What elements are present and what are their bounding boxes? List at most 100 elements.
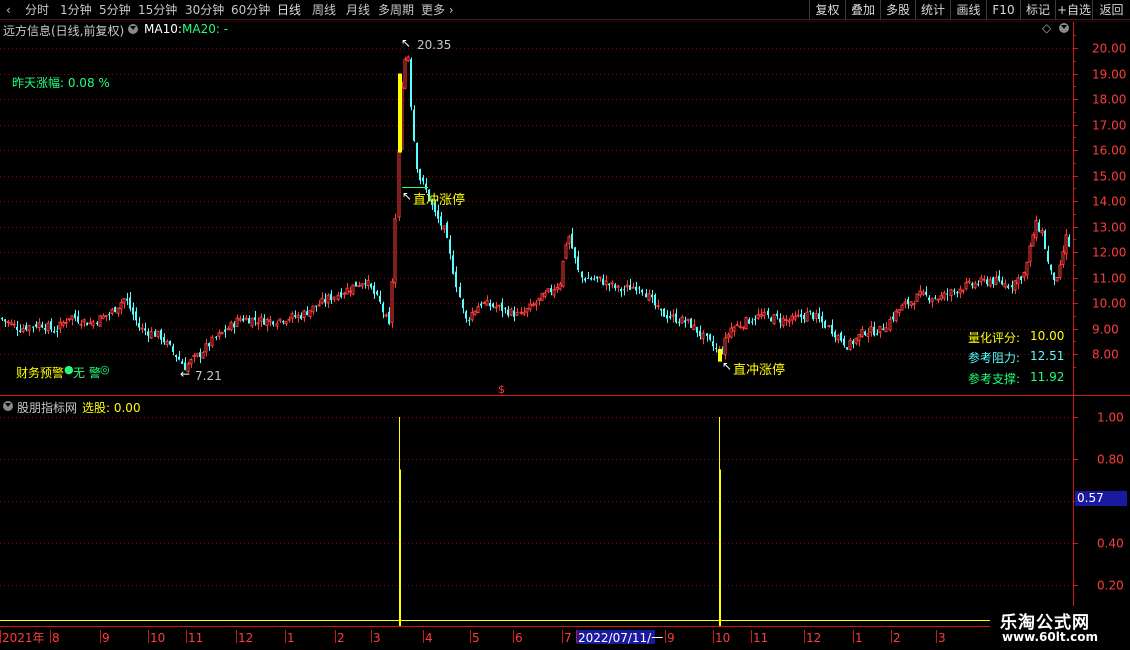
candle-body xyxy=(208,343,210,347)
candle-body xyxy=(406,56,410,62)
candle-body xyxy=(1055,276,1059,282)
candle-body xyxy=(248,318,250,324)
main-panel-title[interactable]: 远方信息(日线,前复权) xyxy=(3,22,124,39)
candle-body xyxy=(692,324,696,330)
sub-panel-title[interactable]: 股朋指标网 xyxy=(17,399,77,416)
candle-body xyxy=(567,236,571,244)
candle-body xyxy=(909,301,913,306)
candle-body xyxy=(888,318,892,331)
candle-body xyxy=(971,283,973,286)
settings-icon[interactable] xyxy=(1059,21,1069,35)
candle-body xyxy=(756,314,760,319)
time-label: 9 xyxy=(667,631,675,645)
sub-tick-label: 1.00 xyxy=(1097,411,1124,425)
candle-body xyxy=(263,318,265,325)
candle-body xyxy=(846,347,848,350)
candle-body xyxy=(608,283,610,286)
candle-body xyxy=(294,315,296,317)
candle-body xyxy=(504,308,506,310)
candle-body xyxy=(834,331,836,338)
candle-body xyxy=(531,303,535,307)
candle-body xyxy=(110,308,114,314)
sub-panel-select-value: 选股: 0.00 xyxy=(82,401,141,415)
time-label: 9 xyxy=(102,631,110,645)
time-label: 2022/07/11/一 xyxy=(578,631,663,645)
candle-body xyxy=(91,321,95,327)
candle-body xyxy=(675,313,677,323)
candle-body xyxy=(979,277,983,283)
candle-body xyxy=(824,321,826,328)
candle-body xyxy=(809,310,811,312)
candle-body xyxy=(751,321,753,323)
candle-body xyxy=(366,280,370,287)
candle-body xyxy=(50,321,52,330)
candle-body xyxy=(86,322,88,326)
candle-body xyxy=(336,294,340,301)
candle-body xyxy=(244,317,248,321)
candle-body xyxy=(986,279,988,285)
main-y-axis: 8.00 9.00 10.00 11.00 12.00 13.00 14.00 15.00 16… xyxy=(1073,35,1126,368)
candle-body xyxy=(114,306,116,313)
candle-body xyxy=(1058,264,1062,279)
candle-body xyxy=(779,318,781,323)
candle-body xyxy=(192,355,196,358)
candle-body xyxy=(1031,234,1035,247)
sub-panel-dropdown-icon[interactable] xyxy=(3,399,13,413)
candle-body xyxy=(390,281,394,324)
candle-body xyxy=(64,321,68,324)
time-label: 8 xyxy=(52,631,60,645)
candle-body xyxy=(501,302,503,311)
candle-body xyxy=(413,109,415,141)
candle-body xyxy=(925,291,927,295)
candle-body xyxy=(1064,234,1068,255)
candle-body xyxy=(915,293,919,303)
candle-body xyxy=(982,278,986,281)
candle-body xyxy=(964,282,968,290)
candle-body xyxy=(373,285,375,294)
candle-body xyxy=(1050,264,1052,271)
candle-body xyxy=(818,313,820,320)
time-label: 2 xyxy=(337,631,345,645)
candle-body xyxy=(122,298,126,304)
candle-body xyxy=(857,333,861,342)
candle-body xyxy=(869,326,873,333)
candles xyxy=(1,55,1070,373)
score-label: 量化评分: xyxy=(968,331,1021,345)
candle-body xyxy=(242,318,244,321)
candle-body xyxy=(715,348,717,350)
candle-body xyxy=(992,277,994,285)
candle-body xyxy=(376,291,378,295)
candle-body xyxy=(272,321,274,325)
signal-bars xyxy=(0,417,1073,626)
candle-body xyxy=(762,312,766,317)
candle-body xyxy=(836,334,840,341)
candle-body xyxy=(620,288,622,292)
candle-body xyxy=(723,337,727,356)
candle-body xyxy=(519,311,523,314)
diamond-icon[interactable]: ◇ xyxy=(1042,21,1051,35)
candle-body xyxy=(403,58,407,89)
candle-body xyxy=(741,326,745,329)
time-label: 11 xyxy=(753,631,768,645)
candle-body xyxy=(772,314,776,325)
indicator-dropdown-icon[interactable] xyxy=(128,22,138,36)
candle-body xyxy=(590,278,592,280)
candle-body xyxy=(629,285,631,291)
candle-body xyxy=(70,315,74,320)
candle-body xyxy=(1038,222,1040,232)
sub-grid xyxy=(0,417,1073,586)
candle-body xyxy=(776,313,778,317)
candle-body xyxy=(577,256,579,270)
candle-body xyxy=(699,330,701,337)
candle-body xyxy=(393,218,397,284)
candle-body xyxy=(854,337,858,344)
candle-body xyxy=(357,285,361,288)
watermark-url: www.60lt.com xyxy=(1002,630,1099,644)
candle-body xyxy=(946,293,948,295)
sub-tick-label: 0.20 xyxy=(1097,579,1124,593)
candle-body xyxy=(25,325,27,330)
candle-body xyxy=(96,322,98,324)
candle-body xyxy=(302,310,306,318)
candle-body xyxy=(256,322,260,325)
candle-body xyxy=(873,326,875,336)
